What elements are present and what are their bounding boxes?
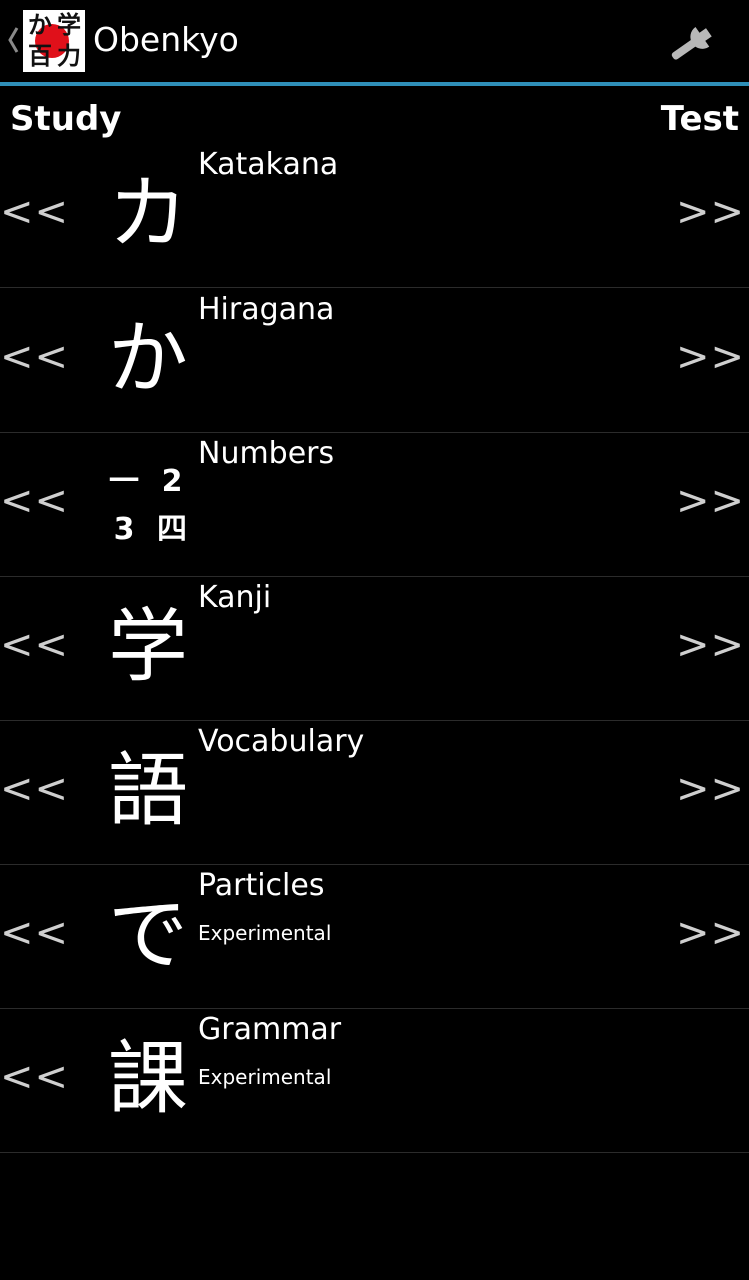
app-logo[interactable]: か 学 百 力	[23, 10, 85, 72]
item-subtitle: Experimental	[198, 1065, 332, 1089]
list-item-vocabulary: << 語 Vocabulary >>	[0, 720, 749, 865]
test-button[interactable]: >>	[676, 620, 745, 670]
list-item-particles: << で Particles Experimental >>	[0, 864, 749, 1009]
item-name: Grammar	[198, 1012, 342, 1047]
test-column-header: Test	[660, 99, 739, 139]
numbers-glyph: 3	[113, 512, 135, 547]
particles-glyph: で	[108, 888, 188, 981]
item-name: Katakana	[198, 147, 339, 182]
test-button[interactable]: >>	[676, 476, 745, 526]
test-button[interactable]: >>	[676, 332, 745, 382]
list-item-numbers: << 一 2 3 四 Numbers >>	[0, 432, 749, 577]
numbers-glyph-grid: 一 2 3 四	[100, 458, 196, 554]
app-title: Obenkyo	[93, 20, 239, 59]
study-button[interactable]: <<	[0, 908, 69, 958]
list-item-hiragana: << か Hiragana >>	[0, 288, 749, 433]
list-item-kanji: << 学 Kanji >>	[0, 576, 749, 721]
study-button[interactable]: <<	[0, 476, 69, 526]
study-button[interactable]: <<	[0, 332, 69, 382]
item-name: Hiragana	[198, 292, 335, 327]
study-button[interactable]: <<	[0, 1052, 69, 1102]
study-button[interactable]: <<	[0, 187, 69, 237]
item-name: Vocabulary	[198, 724, 365, 759]
wrench-icon[interactable]	[664, 14, 726, 70]
item-name: Kanji	[198, 580, 272, 615]
list-item-katakana: << カ Katakana >>	[0, 143, 749, 288]
list-item-grammar: << 課 Grammar Experimental	[0, 1008, 749, 1153]
item-name: Particles	[198, 868, 325, 903]
study-button[interactable]: <<	[0, 620, 69, 670]
study-column-header: Study	[10, 99, 122, 139]
action-bar: か 学 百 力 Obenkyo	[0, 0, 749, 86]
kanji-glyph: 学	[108, 600, 188, 693]
logo-glyph: 百	[28, 42, 52, 70]
item-subtitle: Experimental	[198, 921, 332, 945]
hiragana-glyph: か	[108, 312, 188, 405]
numbers-glyph: 四	[157, 512, 187, 547]
logo-glyph: 学	[57, 11, 81, 39]
katakana-glyph: カ	[108, 167, 188, 260]
test-button[interactable]: >>	[676, 908, 745, 958]
chevron-left-icon[interactable]	[6, 24, 20, 56]
logo-glyph: 力	[57, 42, 81, 70]
vocabulary-glyph: 語	[108, 744, 188, 837]
grammar-glyph: 課	[108, 1032, 188, 1125]
test-button[interactable]: >>	[676, 187, 745, 237]
study-button[interactable]: <<	[0, 764, 69, 814]
numbers-glyph: 一	[109, 464, 139, 499]
item-name: Numbers	[198, 436, 335, 471]
logo-glyph: か	[28, 11, 52, 39]
numbers-glyph: 2	[161, 464, 183, 499]
test-button[interactable]: >>	[676, 764, 745, 814]
